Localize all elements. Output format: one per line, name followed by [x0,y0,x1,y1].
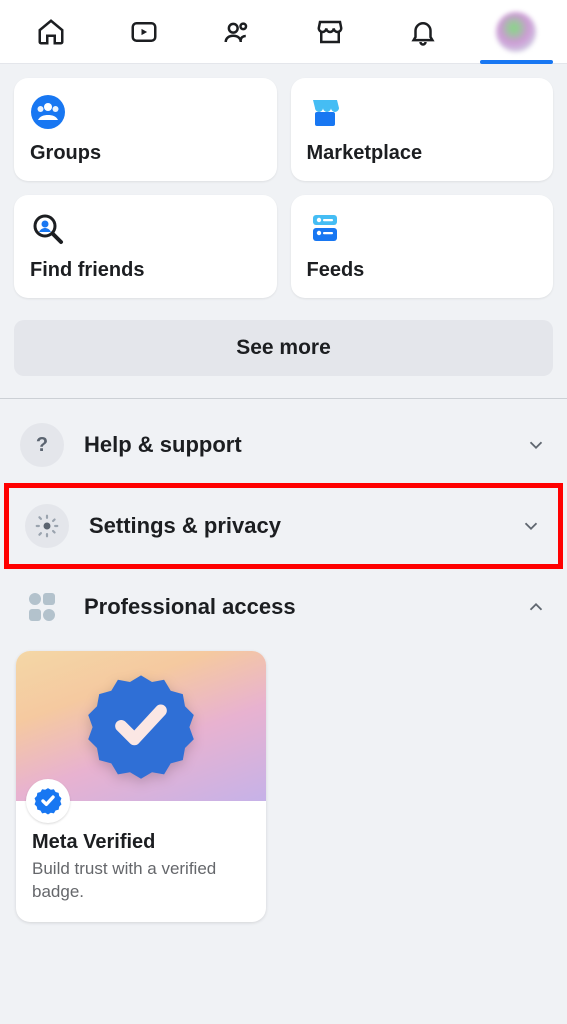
highlight-annotation: Settings & privacy [4,483,563,569]
chevron-up-icon [525,596,547,618]
feeds-icon [307,211,343,247]
shortcut-marketplace[interactable]: Marketplace [291,78,554,181]
nav-marketplace[interactable] [284,0,377,63]
friends-icon [222,17,252,47]
shortcut-label: Find friends [30,259,261,282]
avatar [496,12,536,52]
chevron-down-icon [520,515,542,537]
shortcut-find-friends[interactable]: Find friends [14,195,277,298]
see-more-label: See more [236,336,331,360]
meta-verified-subtitle: Build trust with a verified badge. [32,858,250,904]
shortcut-label: Feeds [307,259,538,282]
chevron-down-icon [525,434,547,456]
professional-access-icon [20,585,64,629]
menu-label: Help & support [84,432,505,458]
nav-home[interactable] [4,0,97,63]
nav-friends[interactable] [190,0,283,63]
nav-notifications[interactable] [377,0,470,63]
menu-help-support[interactable]: ? Help & support [14,407,553,483]
verified-badge-small [26,779,70,823]
menu-label: Settings & privacy [89,513,500,539]
nav-watch[interactable] [97,0,190,63]
shortcut-label: Groups [30,142,261,165]
meta-verified-card[interactable]: Meta Verified Build trust with a verifie… [16,651,266,922]
menu-label: Professional access [84,594,505,620]
bell-icon [408,17,438,47]
meta-verified-hero [16,651,266,801]
meta-verified-title: Meta Verified [32,831,250,854]
groups-icon [30,94,66,130]
svg-text:?: ? [36,434,48,456]
marketplace-shortcut-icon [307,94,343,130]
verified-badge-small-icon [34,787,62,815]
see-more-button[interactable]: See more [14,320,553,376]
divider [0,398,567,399]
shortcut-label: Marketplace [307,142,538,165]
shortcut-feeds[interactable]: Feeds [291,195,554,298]
marketplace-icon [315,17,345,47]
active-tab-indicator [480,60,553,64]
verified-badge-large-icon [86,671,196,781]
find-friends-icon [30,211,66,247]
menu-settings-privacy[interactable]: Settings & privacy [19,488,548,564]
top-nav [0,0,567,64]
help-icon: ? [20,423,64,467]
nav-profile[interactable] [470,0,563,63]
gear-icon [25,504,69,548]
watch-icon [129,17,159,47]
menu-professional-access[interactable]: Professional access [14,569,553,645]
shortcut-groups[interactable]: Groups [14,78,277,181]
home-icon [36,17,66,47]
